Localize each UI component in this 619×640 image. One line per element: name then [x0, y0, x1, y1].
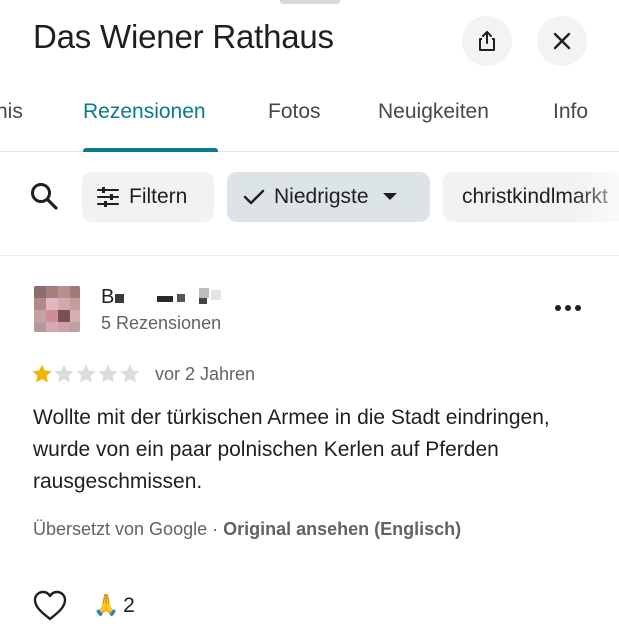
more-options-button[interactable] [550, 296, 586, 320]
view-original-link[interactable]: Original ansehen (Englisch) [223, 519, 461, 539]
more-horiz-icon [555, 305, 581, 311]
heart-icon [33, 590, 67, 621]
dropdown-arrow-icon [382, 193, 397, 200]
reviewer-name[interactable]: B [101, 286, 114, 309]
tab-photos[interactable]: Fotos [268, 100, 321, 124]
star-empty-icon [120, 364, 140, 383]
star-empty-icon [98, 364, 118, 383]
tab-reviews[interactable]: Rezensionen [83, 100, 206, 124]
review-text: Wollte mit der türkischen Armee in die S… [33, 406, 550, 493]
reviewer-avatar[interactable] [34, 286, 80, 332]
reviewer-review-count: 5 Rezensionen [101, 313, 222, 333]
close-button[interactable] [537, 16, 587, 66]
tab-bar: nis Rezensionen Fotos Neuigkeiten Info [0, 78, 619, 152]
redacted-name-blur [115, 288, 221, 304]
search-reviews-button[interactable] [26, 178, 62, 214]
tune-icon [97, 187, 119, 207]
star-empty-icon [54, 364, 74, 383]
filter-chip-label: Filtern [129, 185, 188, 208]
search-icon [31, 183, 58, 210]
share-button[interactable] [462, 16, 512, 66]
topic-chip[interactable]: christkindlmarkt [443, 172, 619, 222]
sort-chip-label: Niedrigste [274, 185, 369, 208]
review-date: vor 2 Jahren [155, 364, 256, 384]
check-icon [243, 189, 265, 205]
tab-overview[interactable]: nis [0, 100, 23, 124]
filter-chip[interactable]: Filtern [82, 172, 214, 222]
like-button[interactable] [33, 590, 67, 622]
tab-info[interactable]: Info [553, 100, 588, 124]
close-icon [553, 32, 571, 50]
folded-hands-icon: 🙏 [93, 593, 120, 617]
translation-note: Übersetzt von Google · Original ansehen … [33, 519, 461, 540]
place-title: Das Wiener Rathaus [33, 18, 334, 55]
reaction-chip[interactable]: 🙏 2 [93, 593, 135, 618]
star-rating [31, 363, 141, 385]
star-filled-icon [32, 364, 52, 383]
sort-chip[interactable]: Niedrigste [227, 172, 430, 222]
star-empty-icon [76, 364, 96, 383]
place-header: Das Wiener Rathaus [0, 0, 619, 78]
tab-news[interactable]: Neuigkeiten [378, 100, 489, 124]
review-filter-bar: Filtern Niedrigste christkindlmarkt [0, 152, 619, 256]
review-card: B 5 Rezensionen vor 2 Jahren Wollte mit … [0, 256, 619, 640]
share-icon [479, 31, 495, 51]
translated-by-label: Übersetzt von Google · [33, 519, 224, 539]
reaction-count: 2 [123, 593, 135, 617]
